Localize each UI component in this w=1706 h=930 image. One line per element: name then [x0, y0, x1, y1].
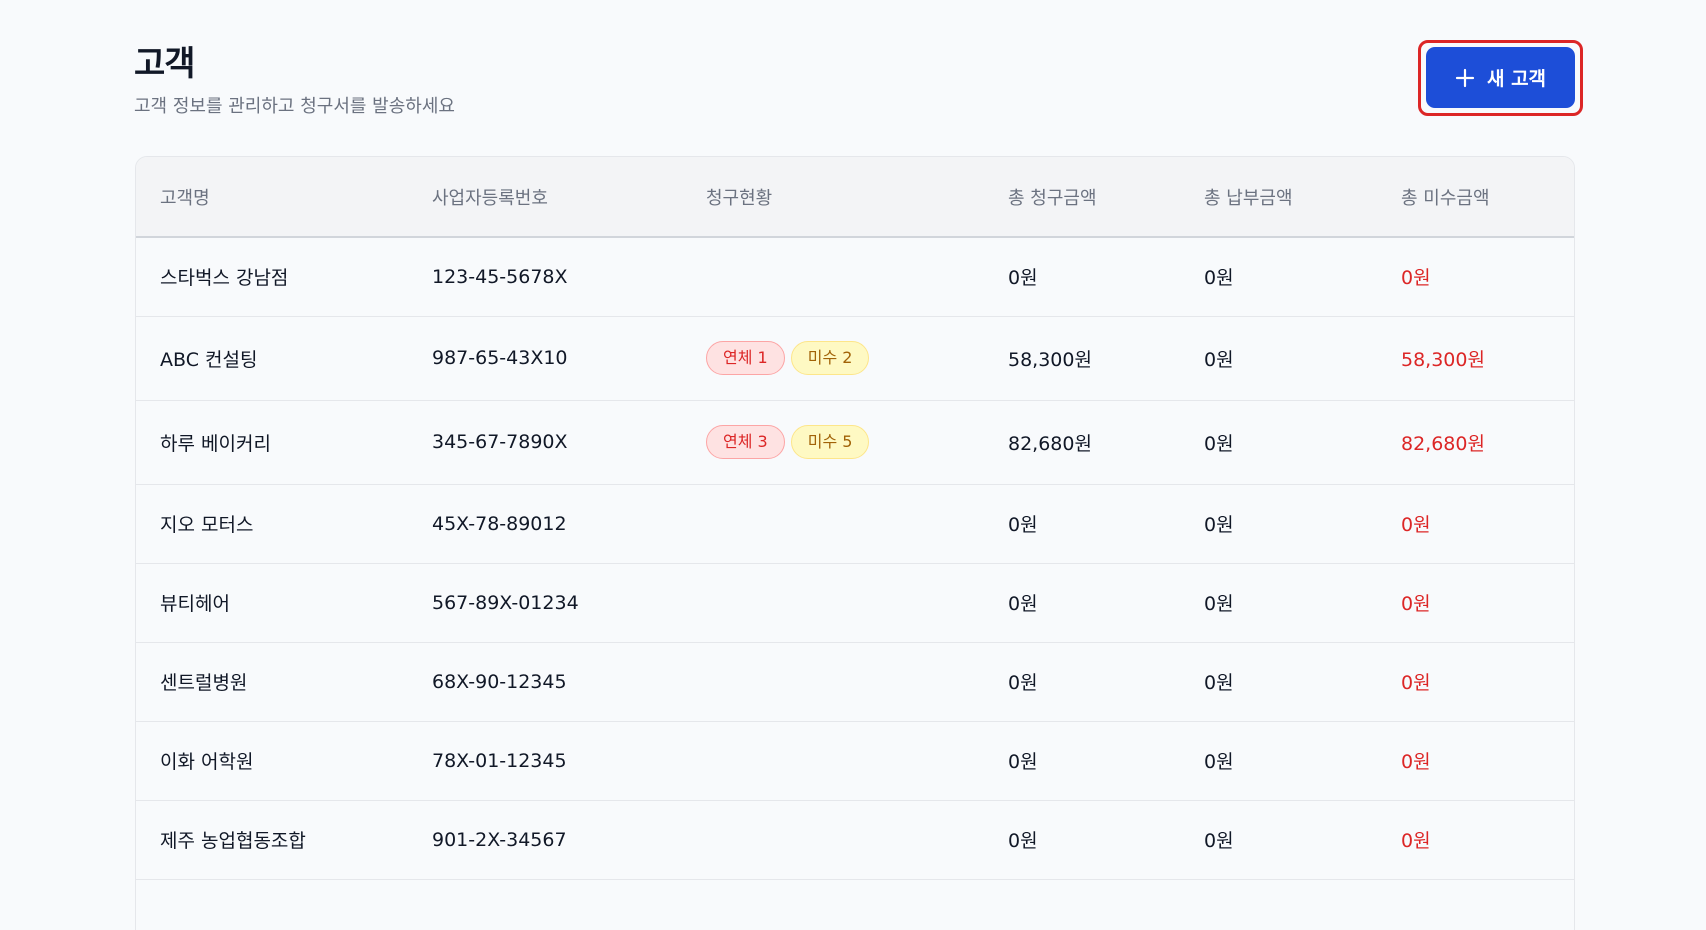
billing-status-cell [682, 237, 984, 317]
reg-no-cell: 78X-01-12345 [408, 721, 682, 801]
table-row[interactable]: 이화 어학원 78X-01-12345 0원 0원 0원 [136, 721, 1574, 801]
page-subtitle: 고객 정보를 관리하고 청구서를 발송하세요 [134, 96, 455, 117]
table-row[interactable]: 지오 모터스 45X-78-89012 0원 0원 0원 [136, 484, 1574, 564]
total-due-cell: 0원 [1377, 563, 1574, 643]
total-paid-cell: 0원 [1180, 316, 1377, 401]
reg-no-cell: 987-65-43X10 [408, 316, 682, 401]
customer-table: 고객명 사업자등록번호 청구현황 총 청구금액 총 납부금액 총 미수금액 스타… [136, 157, 1574, 880]
table-row[interactable]: 하루 베이커리 345-67-7890X 연체 3 미수 5 82,680원 0원 82,6… [136, 400, 1574, 485]
table-body: 스타벅스 강남점 123-45-5678X 0원 0원 0원 ABC 컨설팅 987-65-… [136, 237, 1574, 880]
billing-status-cell [682, 563, 984, 643]
customer-name-cell: 센트럴병원 [136, 642, 408, 722]
unpaid-badge: 미수 2 [790, 341, 870, 375]
total-paid-cell: 0원 [1180, 800, 1377, 880]
total-billed-cell: 0원 [984, 237, 1180, 317]
column-header-name[interactable]: 고객명 [136, 157, 408, 238]
table-row[interactable]: 센트럴병원 68X-90-12345 0원 0원 0원 [136, 642, 1574, 722]
customer-name-cell: 뷰티헤어 [136, 563, 408, 643]
total-billed-cell: 82,680원 [984, 400, 1180, 485]
total-billed-cell: 0원 [984, 721, 1180, 801]
reg-no-cell: 123-45-5678X [408, 237, 682, 317]
customer-name-cell: ABC 컨설팅 [136, 316, 408, 401]
customer-name-cell: 지오 모터스 [136, 484, 408, 564]
billing-status-cell: 연체 3 미수 5 [682, 400, 984, 485]
total-due-cell: 0원 [1377, 642, 1574, 722]
total-paid-cell: 0원 [1180, 400, 1377, 485]
billing-status-cell [682, 800, 984, 880]
total-billed-cell: 58,300원 [984, 316, 1180, 401]
reg-no-cell: 68X-90-12345 [408, 642, 682, 722]
column-header-total-paid[interactable]: 총 납부금액 [1180, 157, 1377, 238]
total-billed-cell: 0원 [984, 563, 1180, 643]
total-due-cell: 0원 [1377, 721, 1574, 801]
total-paid-cell: 0원 [1180, 563, 1377, 643]
unpaid-badge: 미수 5 [790, 425, 870, 459]
total-billed-cell: 0원 [984, 800, 1180, 880]
reg-no-cell: 45X-78-89012 [408, 484, 682, 564]
customer-name-cell: 하루 베이커리 [136, 400, 408, 485]
column-header-reg-no[interactable]: 사업자등록번호 [408, 157, 682, 238]
overdue-badge: 연체 3 [706, 425, 785, 459]
table-header-row: 고객명 사업자등록번호 청구현황 총 청구금액 총 납부금액 총 미수금액 [136, 157, 1574, 238]
total-paid-cell: 0원 [1180, 237, 1377, 317]
customer-name-cell: 스타벅스 강남점 [136, 237, 408, 317]
table-row[interactable]: 뷰티헤어 567-89X-01234 0원 0원 0원 [136, 563, 1574, 643]
column-header-total-due[interactable]: 총 미수금액 [1377, 157, 1574, 238]
reg-no-cell: 345-67-7890X [408, 400, 682, 485]
customer-name-cell: 제주 농업협동조합 [136, 800, 408, 880]
customers-page: 고객 고객 정보를 관리하고 청구서를 발송하세요 새 고객 고객명 사업자등록… [0, 0, 1706, 930]
total-paid-cell: 0원 [1180, 642, 1377, 722]
billing-status-cell [682, 484, 984, 564]
total-due-cell: 58,300원 [1377, 316, 1574, 401]
column-header-billing-status[interactable]: 청구현황 [682, 157, 984, 238]
table-row[interactable]: 제주 농업협동조합 901-2X-34567 0원 0원 0원 [136, 800, 1574, 880]
table-row[interactable]: 스타벅스 강남점 123-45-5678X 0원 0원 0원 [136, 237, 1574, 317]
total-due-cell: 0원 [1377, 800, 1574, 880]
plus-icon [1455, 68, 1475, 88]
table-row[interactable]: ABC 컨설팅 987-65-43X10 연체 1 미수 2 58,300원 0원 58,3… [136, 316, 1574, 401]
customer-name-cell: 이화 어학원 [136, 721, 408, 801]
total-billed-cell: 0원 [984, 642, 1180, 722]
page-title: 고객 [134, 44, 196, 84]
total-billed-cell: 0원 [984, 484, 1180, 564]
reg-no-cell: 567-89X-01234 [408, 563, 682, 643]
total-due-cell: 0원 [1377, 237, 1574, 317]
billing-status-cell [682, 721, 984, 801]
billing-status-cell: 연체 1 미수 2 [682, 316, 984, 401]
total-due-cell: 82,680원 [1377, 400, 1574, 485]
total-paid-cell: 0원 [1180, 484, 1377, 564]
overdue-badge: 연체 1 [706, 341, 785, 375]
new-customer-button-label: 새 고객 [1486, 68, 1547, 90]
total-paid-cell: 0원 [1180, 721, 1377, 801]
total-due-cell: 0원 [1377, 484, 1574, 564]
customer-table-container: 고객명 사업자등록번호 청구현황 총 청구금액 총 납부금액 총 미수금액 스타… [135, 156, 1575, 930]
billing-status-cell [682, 642, 984, 722]
column-header-total-billed[interactable]: 총 청구금액 [984, 157, 1180, 238]
new-customer-button[interactable]: 새 고객 [1426, 47, 1575, 108]
reg-no-cell: 901-2X-34567 [408, 800, 682, 880]
